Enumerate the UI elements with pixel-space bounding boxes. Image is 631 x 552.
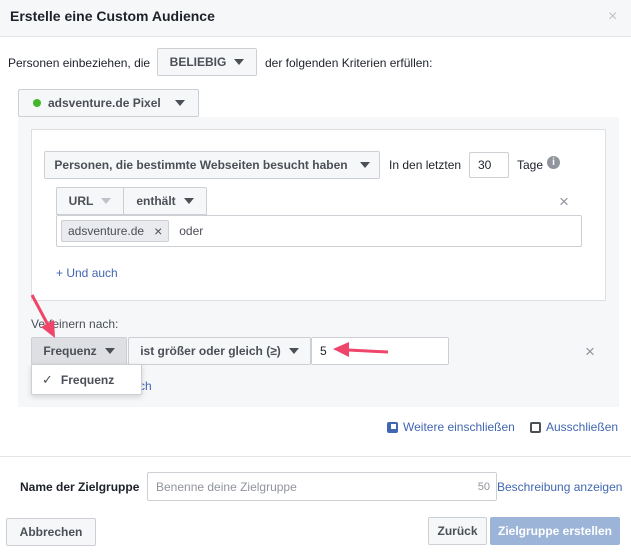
criteria-mode-dropdown[interactable]: BELIEBIG bbox=[157, 48, 257, 76]
url-field-label: URL bbox=[68, 194, 94, 208]
url-tag-input[interactable]: adsventure.de × oder bbox=[56, 215, 582, 247]
refine-value-input[interactable]: 5 bbox=[311, 337, 449, 365]
refine-field-menu: ✓ Frequenz bbox=[31, 364, 142, 395]
refine-value: 5 bbox=[320, 344, 327, 358]
pixel-status-dot bbox=[33, 99, 41, 107]
criteria-mode-label: BELIEBIG bbox=[169, 55, 227, 69]
operator-dropdown[interactable]: enthält bbox=[123, 187, 207, 215]
check-icon: ✓ bbox=[42, 372, 53, 387]
chevron-down-icon bbox=[234, 59, 245, 65]
tag-or-placeholder: oder bbox=[179, 224, 204, 238]
chevron-down-icon bbox=[288, 348, 299, 354]
section-divider bbox=[0, 456, 631, 457]
tag-remove-icon[interactable]: × bbox=[154, 223, 162, 239]
include-more-label: Weitere einschließen bbox=[403, 420, 515, 434]
add-and-link[interactable]: + Und auch bbox=[56, 266, 118, 280]
name-char-count: 50 bbox=[477, 480, 490, 493]
cancel-button[interactable]: Abbrechen bbox=[6, 518, 96, 546]
chevron-down-icon bbox=[183, 198, 194, 204]
dialog-title: Erstelle eine Custom Audience bbox=[10, 8, 215, 24]
refine-field-dropdown[interactable]: Frequenz bbox=[31, 337, 127, 365]
name-placeholder: Benenne deine Zielgruppe bbox=[156, 479, 297, 494]
close-icon[interactable]: × bbox=[608, 8, 617, 26]
refine-label: Verfeinern nach: bbox=[31, 317, 119, 331]
chevron-down-icon bbox=[104, 348, 115, 354]
create-audience-button[interactable]: Zielgruppe erstellen bbox=[490, 517, 620, 545]
chevron-down-icon bbox=[174, 100, 185, 106]
back-button[interactable]: Zurück bbox=[428, 517, 487, 545]
url-field-dropdown[interactable]: URL bbox=[56, 187, 124, 215]
pixel-label: adsventure.de Pixel bbox=[48, 96, 161, 110]
menu-item-frequenz[interactable]: ✓ Frequenz bbox=[42, 372, 114, 388]
operator-label: enthält bbox=[136, 194, 176, 208]
include-icon bbox=[387, 421, 398, 433]
criteria-prefix: Personen einbeziehen, die bbox=[8, 56, 151, 70]
name-input[interactable]: Benenne deine Zielgruppe 50 bbox=[147, 472, 497, 501]
refine-operator-dropdown[interactable]: ist größer oder gleich (≥) bbox=[128, 337, 311, 365]
days-label: In den letzten bbox=[389, 158, 462, 172]
days-input[interactable]: 30 bbox=[469, 152, 509, 178]
remove-rule-icon[interactable]: × bbox=[559, 192, 569, 212]
info-icon[interactable]: i bbox=[547, 156, 560, 169]
rule-type-dropdown[interactable]: Personen, die bestimmte Webseiten besuch… bbox=[44, 151, 380, 179]
days-unit: Tage bbox=[517, 158, 544, 172]
exclude-icon bbox=[530, 421, 541, 433]
remove-refine-icon[interactable]: × bbox=[585, 342, 595, 362]
chevron-down-icon bbox=[359, 162, 370, 168]
chevron-down-icon bbox=[101, 198, 112, 204]
url-tag: adsventure.de × bbox=[61, 220, 170, 242]
days-value: 30 bbox=[478, 158, 492, 172]
rule-type-label: Personen, die bestimmte Webseiten besuch… bbox=[54, 158, 348, 172]
refine-field-label: Frequenz bbox=[43, 344, 97, 358]
criteria-suffix: der folgenden Kriterien erfüllen: bbox=[265, 56, 433, 70]
include-more-link[interactable]: Weitere einschließen bbox=[387, 420, 515, 434]
exclude-link[interactable]: Ausschließen bbox=[530, 420, 618, 434]
exclude-label: Ausschließen bbox=[546, 420, 619, 434]
description-link[interactable]: Beschreibung anzeigen bbox=[497, 480, 622, 494]
url-tag-label: adsventure.de bbox=[68, 224, 145, 238]
menu-item-label: Frequenz bbox=[60, 373, 115, 387]
pixel-dropdown[interactable]: adsventure.de Pixel bbox=[18, 89, 199, 117]
name-label: Name der Zielgruppe bbox=[20, 480, 140, 494]
refine-operator-label: ist größer oder gleich (≥) bbox=[140, 344, 281, 358]
